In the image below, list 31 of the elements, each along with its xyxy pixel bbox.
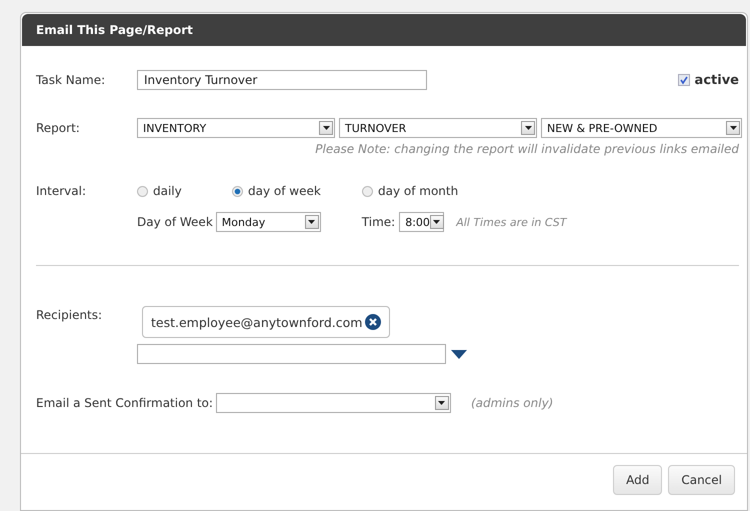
field-label: Interval:	[36, 184, 87, 198]
checkbox[interactable]	[678, 74, 690, 86]
checkbox-label: active	[694, 72, 739, 88]
report-note: Please Note: changing the report will invalidate previous links emailed	[315, 142, 739, 156]
radio-button[interactable]	[232, 186, 243, 196]
report-dropdown[interactable]: NEW & PRE-OWNED	[541, 118, 742, 138]
time-note: All Times are in CST	[456, 216, 566, 228]
admin-note: (admins only)	[470, 396, 554, 410]
radio-button[interactable]	[137, 186, 148, 196]
field-label: Task Name:	[36, 73, 106, 87]
field-label: Time:	[362, 215, 396, 229]
field-label: Day of Week	[137, 215, 213, 229]
recipient-chip: test.employee@anytownford.com	[142, 306, 390, 338]
radio-button[interactable]	[362, 186, 373, 196]
time-dropdown[interactable]: 8:00	[399, 212, 444, 232]
dialog-button[interactable]: Cancel	[668, 465, 735, 495]
field-label: Report:	[36, 121, 81, 135]
radio-label: daily	[153, 184, 182, 198]
day-dropdown[interactable]: Monday	[216, 212, 321, 232]
field-label: Recipients:	[36, 308, 104, 322]
recipient-field[interactable]	[137, 344, 446, 364]
report-dropdown[interactable]: INVENTORY	[137, 118, 335, 138]
radio-label: day of week	[248, 184, 321, 198]
dropdown-triangle-icon[interactable]	[451, 350, 467, 358]
radio-label: day of month	[378, 184, 458, 198]
dialog-button[interactable]: Add	[613, 465, 662, 495]
task-name-field[interactable]: Inventory Turnover	[137, 70, 427, 90]
dialog-title: Email This Page/Report	[22, 14, 746, 46]
field-label: Email a Sent Confirmation to:	[36, 396, 213, 410]
report-dropdown[interactable]: TURNOVER	[339, 118, 537, 138]
remove-icon[interactable]	[365, 314, 382, 330]
